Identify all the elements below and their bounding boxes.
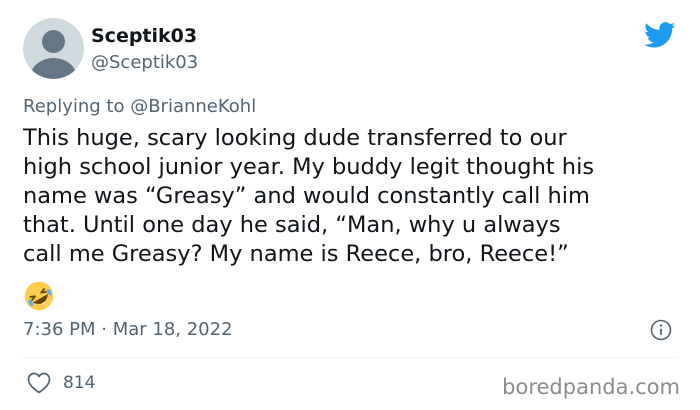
divider — [23, 357, 677, 358]
heart-icon[interactable] — [27, 372, 51, 394]
source-watermark: boredpanda.com — [502, 375, 680, 399]
avatar-head-shape — [42, 30, 65, 53]
like-count[interactable]: 814 — [63, 371, 95, 395]
reply-mention-link[interactable]: @BrianneKohl — [130, 96, 256, 117]
twitter-bird-icon[interactable] — [644, 22, 676, 48]
tweet-text: This huge, scary looking dude transferre… — [23, 125, 595, 267]
avatar[interactable] — [23, 18, 84, 79]
rolling-on-floor-laughing-emoji — [24, 281, 54, 311]
user-handle[interactable]: @Sceptik03 — [91, 51, 198, 75]
tweet-timestamp[interactable]: 7:36 PM · Mar 18, 2022 — [23, 318, 233, 342]
info-icon[interactable] — [650, 319, 672, 341]
display-name[interactable]: Sceptik03 — [91, 24, 197, 48]
avatar-shoulders-shape — [30, 58, 77, 79]
replying-to-line: Replying to @BrianneKohl — [23, 95, 256, 119]
replying-to-label: Replying to — [23, 96, 131, 117]
